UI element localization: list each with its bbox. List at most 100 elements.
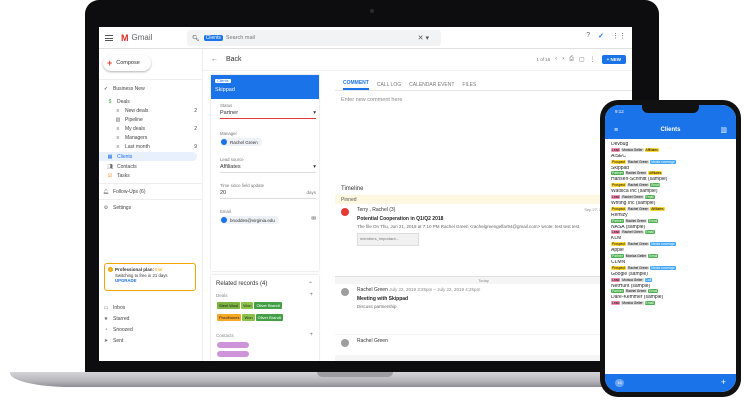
deal-row[interactable]: Proofhones Won Oliver Brandt	[217, 314, 284, 321]
collapse-icon[interactable]: ⌃	[308, 281, 313, 288]
sidebar-item-clients[interactable]: ▦ Clients	[99, 152, 197, 161]
client-list-item[interactable]: Remizy Partner Rachel Green Email	[611, 213, 730, 225]
client-list-item[interactable]: KLM Prospect Rachel Green Media coverage	[611, 236, 730, 248]
entry-author: Rachel Green	[357, 338, 388, 344]
sidebar-item-label: Managers	[125, 134, 148, 141]
sidebar-item-managers[interactable]: ≡ Managers	[115, 133, 203, 142]
new-button[interactable]: + NEW	[601, 55, 626, 64]
search-icon[interactable]: 🔍︎	[192, 35, 200, 42]
client-tag: Monica Geller	[624, 253, 648, 258]
tab-calendar-event[interactable]: CALENDAR EVENT	[409, 82, 454, 88]
main-menu-icon[interactable]	[105, 34, 113, 41]
sidebar-item-snoozed[interactable]: ◔ Snoozed	[103, 325, 207, 334]
clear-search-icon[interactable]: ✕ ▾	[418, 34, 429, 42]
sidebar-item-label: Tasks	[117, 172, 130, 179]
email-icon	[341, 208, 349, 216]
add-deal-icon[interactable]: +	[309, 292, 313, 298]
manager-field[interactable]: Manager Rachel Green	[220, 131, 316, 149]
search-filter-pill[interactable]: Clients	[203, 35, 223, 41]
folder-icon[interactable]: ▢	[579, 56, 585, 63]
client-list-item[interactable]: Hansen-Schmitt (sample) Prospect Rachel G…	[611, 177, 730, 189]
client-tags: Lead Monica Geller Affiliates	[611, 147, 730, 153]
client-list-item[interactable]: Writing Inc (sample) Prospect Rachel Gree…	[611, 201, 730, 213]
client-tag: Lead	[611, 301, 621, 306]
search-bar[interactable]: 🔍︎ Clients Search mail ✕ ▾	[187, 30, 441, 46]
sidebar-item-label: New deals	[125, 107, 149, 114]
sidebar-item-last-month[interactable]: ≡ Last month 9	[115, 142, 203, 151]
timeline-email-entry[interactable]: Terry , Rachel (3) Sep 27, 2018 4:47 PM …	[335, 204, 632, 276]
mail-icon[interactable]: ✉	[311, 216, 316, 222]
next-icon[interactable]: ›	[562, 56, 564, 63]
record-type-tag[interactable]: Clients	[215, 79, 231, 83]
time-since-input[interactable]: 20 days	[220, 190, 316, 199]
sidebar-item-starred[interactable]: ★ Starred	[103, 314, 207, 323]
tab-files[interactable]: FILES	[462, 82, 476, 88]
sidebar-item-tasks[interactable]: ☑ Tasks	[107, 171, 211, 180]
attachment-card[interactable]: members_important...	[357, 233, 419, 246]
client-list-item[interactable]: Devbug Lead Monica Geller Affiliates	[611, 142, 730, 154]
entry-body: The file On Thu, Jun 21, 2018 at 7:10 PM…	[357, 224, 580, 229]
sidebar-item-new-deals[interactable]: ≡ New deals 2	[115, 106, 203, 115]
activity-tabs: COMMENT CALL LOG CALENDAR EVENT FILES	[335, 79, 632, 91]
more-icon[interactable]: ⋮	[590, 56, 596, 63]
add-client-icon[interactable]: +	[721, 377, 726, 387]
compose-button[interactable]: + Compose	[103, 55, 151, 71]
sidebar-item-pipeline[interactable]: ▥ Pipeline	[115, 115, 203, 124]
back-arrow-icon[interactable]: ←	[211, 56, 218, 63]
deals-icon: $	[108, 98, 112, 105]
lead-source-field[interactable]: Lead source Affiliates ▾	[220, 157, 316, 173]
email-chip[interactable]: bnoddes@virginia.edu	[220, 216, 279, 224]
count-badge[interactable]: 16	[615, 379, 624, 387]
email-input[interactable]: bnoddes@virginia.edu ✉	[220, 216, 316, 227]
time-since-field[interactable]: Time since field update 20 days	[220, 183, 316, 199]
tab-comment[interactable]: COMMENT	[343, 80, 369, 90]
sidebar-item-label: Starred	[113, 315, 130, 322]
sidebar-item-my-deals[interactable]: ≡ My deals 2	[115, 124, 203, 133]
lead-source-select[interactable]: Affiliates ▾	[220, 164, 316, 173]
board-view-icon[interactable]: ▥	[720, 126, 727, 134]
workspace-item[interactable]: ✓ Business New	[103, 84, 207, 93]
help-icon[interactable]: ?	[586, 32, 590, 40]
gmail-logo-icon[interactable]: M	[121, 33, 129, 43]
client-list-item[interactable]: Dare-Kemmer (sample) Lead Monica Geller E…	[611, 295, 730, 307]
tab-call-log[interactable]: CALL LOG	[377, 82, 401, 88]
list-icon: ≡	[116, 107, 120, 114]
sidebar-item-settings[interactable]: ⚙ Settings	[103, 203, 207, 212]
back-label[interactable]: Back	[226, 56, 242, 63]
client-list-item[interactable]: NASA (sample) Lead Rachel Green Email	[611, 225, 730, 237]
upgrade-link[interactable]: UPGRADE	[115, 278, 137, 283]
print-icon[interactable]: ⎙	[569, 56, 574, 63]
manager-chip[interactable]: Rachel Green	[220, 138, 262, 146]
nethunt-logo-icon[interactable]: ✓	[598, 32, 604, 40]
search-input[interactable]: Search mail	[226, 35, 255, 41]
sidebar-item-deals[interactable]: $ Deals	[107, 97, 211, 106]
sidebar-item-contacts[interactable]: 👥︎ Contacts	[107, 162, 211, 171]
prev-icon[interactable]: ‹	[555, 56, 557, 63]
deal-row[interactable]: Steel Wool Won Oliver Brandt	[217, 302, 283, 309]
phone-title: Clients	[660, 127, 681, 133]
contact-chip[interactable]	[217, 342, 249, 348]
status-field[interactable]: Status Partner ▾	[220, 103, 316, 119]
sidebar-item-sent[interactable]: ➤ Sent	[103, 336, 207, 345]
client-list-item[interactable]: Skippad Partner Rachel Green Affiliates	[611, 166, 730, 178]
apps-grid-icon[interactable]: ⋮⋮	[612, 32, 626, 40]
contact-chip[interactable]	[217, 351, 249, 357]
sidebar-item-count: 2	[194, 107, 197, 114]
timeline-entry[interactable]: Rachel Green	[335, 335, 632, 355]
add-contact-icon[interactable]: +	[309, 332, 313, 338]
sidebar-item-inbox[interactable]: ▭ Inbox	[103, 303, 207, 312]
client-list-item[interactable]: Watsica Inc (sample) Lead Rachel Green Em…	[611, 189, 730, 201]
status-select[interactable]: Partner ▾	[220, 110, 316, 119]
app-name: Gmail	[131, 33, 153, 42]
client-list-item[interactable]: CLMN Prospect Rachel Green Media coverage	[611, 260, 730, 272]
client-list-item[interactable]: AISEC Prospect Rachel Green Media coverag…	[611, 154, 730, 166]
client-list-item[interactable]: NetHunt (sample) Partner Rachel Green Ema…	[611, 284, 730, 296]
timeline-event-entry[interactable]: Rachel Green July 22, 2019 3:25pm – July…	[335, 284, 632, 334]
sidebar-item-label: Clients	[117, 153, 133, 160]
manager-select[interactable]: Rachel Green	[220, 138, 316, 149]
email-field[interactable]: Email bnoddes@virginia.edu ✉	[220, 209, 316, 227]
client-list-item[interactable]: Google (sample) Lead Monica Geller Call	[611, 272, 730, 284]
sidebar-item-follow-ups[interactable]: 🔔︎ Follow-Ups (6)	[103, 187, 207, 196]
client-list-item[interactable]: Apple Partner Monica Geller Email	[611, 248, 730, 260]
comment-input[interactable]: Enter new comment here	[335, 93, 632, 177]
